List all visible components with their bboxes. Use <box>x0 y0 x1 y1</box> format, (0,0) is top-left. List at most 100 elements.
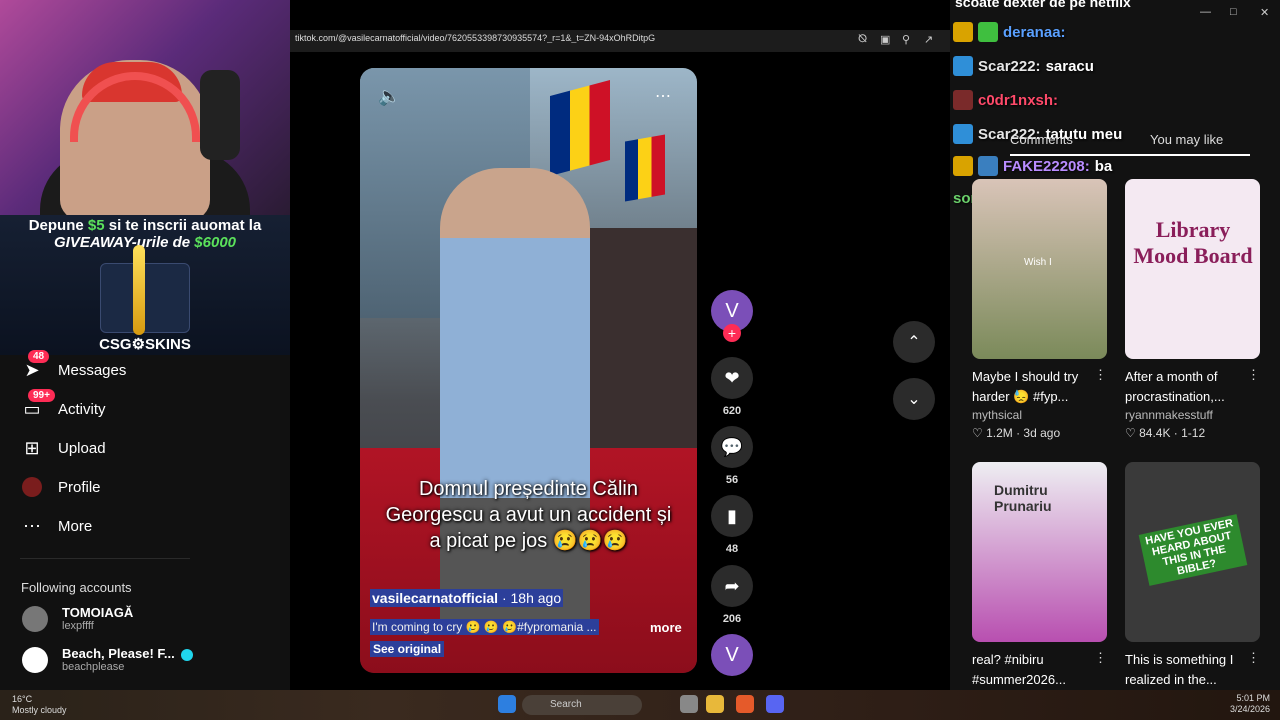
following-accounts-title: Following accounts <box>21 580 132 595</box>
account-avatar <box>22 646 48 673</box>
tab-underline <box>1010 154 1250 156</box>
following-account[interactable]: Beach, Please! F... beachplease <box>22 646 193 673</box>
discord-icon[interactable] <box>766 695 784 713</box>
knife-skin-icon <box>133 245 145 335</box>
music-disc-avatar[interactable]: V <box>711 634 753 676</box>
heart-icon: ❤ <box>711 357 753 399</box>
windows-taskbar: 16°C Mostly cloudy Search 5:01 PM 3/24/202… <box>0 690 1280 720</box>
video-author-line: vasilecarnatofficial · 18h ago <box>370 589 564 607</box>
video-subject <box>440 168 590 628</box>
sidebar: ➤ 48 Messages ▭ 99+ Activity ⊞ Upload Prof… <box>0 350 290 690</box>
suggested-video-card[interactable]: Wish I ⋮ Maybe I should try harder 😓 #fy… <box>972 179 1107 440</box>
paper-plane-icon: ➤ 48 <box>20 350 50 382</box>
video-player[interactable]: 🔈 ⋯ Domnul președinte Călin Georgescu a … <box>360 68 697 673</box>
card-options-icon[interactable]: ⋮ <box>1094 367 1107 383</box>
suggested-video-card[interactable]: HAVE YOU EVER HEARD ABOUT THIS IN THE BI… <box>1125 462 1260 690</box>
sidebar-item-label: Upload <box>58 439 106 457</box>
gift-badge-icon <box>978 156 998 176</box>
card-author: ryannmakesstuff <box>1125 408 1213 422</box>
screen-icon[interactable]: ▣ <box>880 33 890 46</box>
user-badge-icon <box>953 90 973 110</box>
sidebar-item-messages[interactable]: ➤ 48 Messages <box>20 350 127 384</box>
card-options-icon[interactable]: ⋮ <box>1247 367 1260 383</box>
video-description: I'm coming to cry 🥲 🥲 🥲#fypromania ... <box>370 619 599 635</box>
follow-plus-icon[interactable]: + <box>723 324 741 342</box>
card-title: After a month of procrastination,... <box>1125 369 1225 404</box>
card-stats: ♡ 84.4K · 1-12 <box>1125 426 1206 440</box>
promo-item-box <box>100 263 190 333</box>
see-original-link[interactable]: See original <box>370 641 445 657</box>
task-view-icon[interactable] <box>680 695 698 713</box>
sidebar-item-label: Activity <box>58 400 106 418</box>
card-options-icon[interactable]: ⋮ <box>1247 650 1260 666</box>
comment-button[interactable]: 💬 56 <box>711 426 753 486</box>
more-link[interactable]: more <box>650 620 682 635</box>
zoom-icon[interactable]: ⚲ <box>902 33 910 46</box>
like-button[interactable]: ❤ 620 <box>711 357 753 417</box>
sidebar-divider <box>20 558 190 559</box>
mute-icon[interactable]: 🔈 <box>378 86 400 107</box>
sidebar-item-label: More <box>58 517 93 535</box>
card-title: This is something I realized in the... <box>1125 652 1234 687</box>
brave-browser-icon[interactable] <box>736 695 754 713</box>
streamer-webcam <box>0 0 290 215</box>
chat-message: Scar222: saracu <box>953 56 1094 76</box>
panel-tabs: Comments You may like <box>1010 132 1250 154</box>
avatar-icon <box>20 475 44 499</box>
share-button[interactable]: ➦ 206 <box>711 565 753 625</box>
url-text[interactable]: tiktok.com/@vasilecarnatofficial/video/7… <box>295 33 855 43</box>
messages-badge: 48 <box>28 350 50 363</box>
start-icon[interactable] <box>498 695 516 713</box>
chat-banner: scoate dexter de pe netflix <box>955 0 1131 10</box>
video-thumbnail: Library Mood Board <box>1125 179 1260 359</box>
save-count: 48 <box>725 543 739 555</box>
previous-video-button[interactable]: ⌃ <box>893 321 935 363</box>
following-account[interactable]: TOMOIAGĂ lexpffff <box>22 605 133 632</box>
chat-message: FAKE22208: ba <box>953 156 1112 176</box>
save-button[interactable]: ▮ 48 <box>711 495 753 555</box>
mod-badge-icon <box>953 56 973 76</box>
inbox-icon: ▭ 99+ <box>20 389 55 421</box>
verified-icon <box>180 648 193 661</box>
system-clock[interactable]: 5:01 PM 3/24/2026 <box>1228 693 1270 715</box>
tab-you-may-like[interactable]: You may like <box>1150 132 1223 147</box>
sidebar-item-label: Profile <box>58 478 101 496</box>
no-image-icon[interactable]: ⦰ <box>858 33 867 46</box>
next-video-button[interactable]: ⌄ <box>893 378 935 420</box>
sidebar-item-label: Messages <box>58 361 127 379</box>
like-count: 620 <box>722 405 742 417</box>
tab-comments[interactable]: Comments <box>1010 132 1073 147</box>
chat-message: c0dr1nxsh: <box>953 90 1058 110</box>
suggested-video-card[interactable]: Library Mood Board ⋮ After a month of pr… <box>1125 179 1260 440</box>
taskbar-search[interactable]: Search <box>522 695 642 715</box>
video-thumbnail: HAVE YOU EVER HEARD ABOUT THIS IN THE BI… <box>1125 462 1260 642</box>
sub-badge-icon <box>978 22 998 42</box>
comment-count: 56 <box>725 474 739 486</box>
video-thumbnail: Wish I <box>972 179 1107 359</box>
suggested-video-card[interactable]: Dumitru Prunariu ⋮ real? #nibiru #summer… <box>972 462 1107 690</box>
video-flag <box>550 79 610 177</box>
card-title: Maybe I should try harder 😓 #fyp... <box>972 369 1079 404</box>
crown-badge-icon <box>953 22 973 42</box>
weather-temp: 16°C <box>12 694 33 704</box>
video-options-icon[interactable]: ⋯ <box>655 86 671 106</box>
sidebar-item-more[interactable]: ⋯ More <box>20 512 92 540</box>
card-options-icon[interactable]: ⋮ <box>1094 650 1107 666</box>
file-explorer-icon[interactable] <box>706 695 724 713</box>
sidebar-item-profile[interactable]: Profile <box>20 473 101 501</box>
card-author: mythsical <box>972 408 1023 422</box>
sidebar-item-upload[interactable]: ⊞ Upload <box>20 434 106 462</box>
chevron-up-icon: ⌃ <box>907 334 921 351</box>
share-icon[interactable]: ↗ <box>924 33 933 46</box>
share-count: 206 <box>722 613 742 625</box>
giveaway-promo-banner: Depune $5 si te inscrii auomat la GIVEAW… <box>0 215 290 355</box>
video-author[interactable]: vasilecarnatofficial <box>372 590 498 606</box>
close-icon[interactable]: ✕ <box>1260 6 1269 19</box>
minimize-icon[interactable]: — <box>1200 6 1211 18</box>
browser-address-bar: tiktok.com/@vasilecarnatofficial/video/7… <box>290 30 950 52</box>
ellipsis-icon: ⋯ <box>23 515 41 536</box>
weather-widget[interactable]: 16°C Mostly cloudy <box>12 694 67 716</box>
sidebar-item-activity[interactable]: ▭ 99+ Activity <box>20 389 106 423</box>
maximize-icon[interactable]: □ <box>1230 6 1237 18</box>
video-time: · 18h ago <box>501 590 562 606</box>
